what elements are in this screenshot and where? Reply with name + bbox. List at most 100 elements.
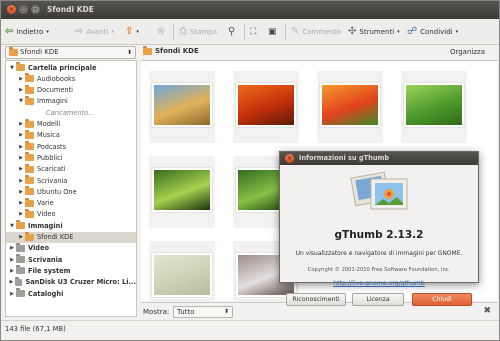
slideshow-button[interactable]: ▣ xyxy=(268,25,277,39)
find-button[interactable]: ⚲ xyxy=(228,25,235,39)
breadcrumb: Sfondi KDE xyxy=(143,45,199,55)
tools-dropdown-icon: ▾ xyxy=(397,29,400,35)
credits-button[interactable]: Riconoscimenti xyxy=(286,293,346,306)
breadcrumb-label: Sfondi KDE xyxy=(155,47,199,55)
tree-item[interactable]: ▼ Immagini xyxy=(6,95,136,107)
tree-item[interactable]: ▶ Modelli xyxy=(6,118,136,130)
website-link[interactable]: http://live.gnome.org/gthumb xyxy=(280,280,478,287)
expander-open-icon[interactable]: ▼ xyxy=(8,65,16,71)
close-filter-icon[interactable]: ✖ xyxy=(483,306,491,316)
comments-button[interactable]: ✎ Commento xyxy=(291,25,341,39)
organize-button[interactable]: Organizza xyxy=(450,48,485,56)
back-button[interactable]: ⇦ Indietro ▾ xyxy=(5,25,49,39)
thumbnail-card[interactable] xyxy=(149,241,215,301)
tree-item[interactable]: ▶ Cataloghi xyxy=(6,288,136,299)
thumb-grass-field xyxy=(152,83,212,127)
window-maximize-button[interactable]: □ xyxy=(31,5,40,14)
thumbnail-card[interactable] xyxy=(149,71,215,143)
expander-closed-icon[interactable]: ▶ xyxy=(17,76,25,82)
expander-closed-icon[interactable]: ▶ xyxy=(8,268,16,274)
tree-item[interactable]: ▶ Scrivania xyxy=(6,175,136,186)
location-combo[interactable]: Sfondi KDE ⬍ xyxy=(5,46,136,59)
video-folder-icon xyxy=(16,242,25,252)
thumbnail-card[interactable] xyxy=(317,71,383,143)
tree-item[interactable]: ▶ Podcasts xyxy=(6,141,136,152)
print-button[interactable]: ⎙ Stampa xyxy=(179,25,217,39)
expander-open-icon[interactable]: ▼ xyxy=(17,98,25,104)
tools-button[interactable]: ✣ Strumenti ▾ xyxy=(348,25,400,39)
expander-closed-icon[interactable]: ▶ xyxy=(17,144,25,150)
license-button[interactable]: Licenza xyxy=(352,293,404,306)
forward-label: Avanti xyxy=(86,28,109,36)
close-button[interactable]: Chiudi xyxy=(412,293,472,306)
dialog-title: Informazioni su gThumb xyxy=(299,154,390,162)
tree-item[interactable]: ▶ Sfondi KDE xyxy=(6,231,136,243)
forward-dropdown-icon[interactable]: ▾ xyxy=(111,29,114,35)
tree-item[interactable]: ▶ Scrivania xyxy=(6,254,136,265)
expander-closed-icon[interactable]: ▶ xyxy=(17,87,25,93)
thumb-orange-flower xyxy=(236,83,296,127)
expander-closed-icon[interactable]: ▶ xyxy=(17,200,25,206)
expander-closed-icon[interactable]: ▶ xyxy=(8,245,16,251)
tree-item[interactable]: ▶ Documenti xyxy=(6,84,136,96)
chevron-down-icon: ⬍ xyxy=(223,308,229,315)
tree-item[interactable]: ▶ Musica xyxy=(6,129,136,141)
tree-item-label: Sfondi KDE xyxy=(37,233,74,241)
tree-item-label: Musica xyxy=(37,131,60,140)
folder-icon xyxy=(25,197,34,207)
forward-button[interactable]: ⇨ Avanti ▾ xyxy=(75,25,114,39)
window-minimize-button[interactable]: – xyxy=(19,5,28,14)
share-dropdown-icon: ▾ xyxy=(455,29,459,35)
expander-closed-icon[interactable]: ▶ xyxy=(17,132,25,138)
tree-item[interactable]: ▶ Pubblici xyxy=(6,152,136,163)
tree-item-label: Scaricati xyxy=(37,165,66,174)
expander-closed-icon[interactable]: ▶ xyxy=(8,279,15,285)
folder-icon xyxy=(25,95,34,105)
expander-closed-icon[interactable]: ▶ xyxy=(17,178,25,184)
expander-closed-icon[interactable]: ▶ xyxy=(17,211,25,217)
back-dropdown-icon[interactable]: ▾ xyxy=(46,29,49,35)
thumbnail-card[interactable] xyxy=(401,71,467,143)
fullscreen-button[interactable]: ⛶ xyxy=(250,25,256,39)
expander-closed-icon[interactable]: ▶ xyxy=(8,291,16,297)
expander-closed-icon[interactable]: ▶ xyxy=(8,257,16,263)
expander-closed-icon[interactable]: ▶ xyxy=(17,155,25,161)
dialog-title-bar: × Informazioni su gThumb xyxy=(280,152,478,165)
tree-item[interactable]: ▼ Cartella principale xyxy=(6,62,136,73)
share-button[interactable]: ☍ Condividi ▾ xyxy=(407,25,458,39)
tree-item[interactable]: ▶ Audiobooks xyxy=(6,73,136,84)
tree-item[interactable]: ▶ Video xyxy=(6,242,136,254)
comments-label: Commento xyxy=(302,28,341,36)
tree-item-label: Video xyxy=(28,244,49,253)
catalog-icon xyxy=(16,288,25,297)
print-icon: ⎙ xyxy=(179,26,187,37)
tree-item[interactable]: ▶ Scaricati xyxy=(6,163,136,175)
tree-item[interactable]: ▶ File system xyxy=(6,265,136,276)
folder-icon xyxy=(25,73,34,83)
tree-item[interactable]: ▶ Ubuntu One xyxy=(6,186,136,197)
up-button[interactable]: ⇧ ▾ xyxy=(125,25,139,39)
expander-closed-icon[interactable]: ▶ xyxy=(17,121,25,127)
tree-item[interactable]: ▶ Video xyxy=(6,208,136,220)
print-label: Stampa xyxy=(190,28,218,36)
copyright-text: Copyright © 2001-2010 Free Software Foun… xyxy=(307,267,451,273)
tree-item[interactable]: ▶ Varie xyxy=(6,197,136,209)
tree-item[interactable]: Caricamento... xyxy=(6,107,136,118)
expander-open-icon[interactable]: ▼ xyxy=(8,223,16,229)
up-dropdown-icon[interactable]: ▾ xyxy=(136,29,139,35)
window-close-button[interactable]: × xyxy=(7,5,16,14)
tools-icon: ✣ xyxy=(348,26,357,37)
stop-button[interactable]: ⊗ xyxy=(157,25,165,39)
dialog-close-button[interactable]: × xyxy=(285,154,294,163)
expander-closed-icon[interactable]: ▶ xyxy=(17,166,25,172)
tree-item[interactable]: ▶ SanDisk U3 Cruzer Micro: Li... xyxy=(6,276,136,288)
filter-combo[interactable]: Tutto ⬍ xyxy=(173,306,233,318)
expander-closed-icon[interactable]: ▶ xyxy=(17,234,25,240)
folder-icon xyxy=(25,186,34,196)
expander-closed-icon[interactable]: ▶ xyxy=(17,189,25,195)
thumbnail-card[interactable] xyxy=(233,71,299,143)
app-description: Un visualizzatore e navigatore di immagi… xyxy=(295,250,463,257)
tree-item[interactable]: ▼ Immagini xyxy=(6,220,136,231)
forward-arrow-icon: ⇨ xyxy=(75,26,84,37)
thumbnail-card[interactable] xyxy=(149,156,215,228)
